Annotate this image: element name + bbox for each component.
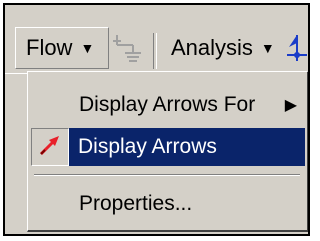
flow-menu-button[interactable]: Flow ▼: [15, 27, 109, 69]
menu-item-label: Display Arrows: [78, 135, 217, 158]
menu-item-label: Display Arrows For: [79, 93, 256, 116]
chevron-right-icon: ▶: [284, 97, 297, 114]
chevron-down-icon: ▼: [260, 40, 275, 56]
red-arrow-icon: [37, 132, 63, 163]
analysis-menu-button[interactable]: Analysis ▼: [163, 27, 275, 69]
menu-item-label: Properties...: [79, 192, 193, 215]
checked-indicator: [31, 128, 69, 166]
flow-menu-label: Flow: [26, 35, 73, 60]
screenshot-frame: Flow ▼ Analysis ▼ Display Arrows For ▶ D…: [3, 3, 310, 236]
menu-item-display-arrows-for[interactable]: Display Arrows For ▶: [31, 86, 305, 124]
toolbar-row: Flow ▼ Analysis ▼: [5, 27, 308, 69]
toolbar-separator: [153, 33, 157, 69]
flow-dropdown-menu: Display Arrows For ▶ Display Arrows Prop…: [27, 71, 308, 232]
toolbar: Flow ▼ Analysis ▼: [5, 5, 308, 73]
menu-item-properties[interactable]: Properties...: [31, 185, 305, 223]
flow-tool-icon[interactable]: [111, 31, 143, 68]
analysis-menu-label: Analysis: [171, 35, 253, 60]
left-strip: [5, 75, 27, 234]
navigation-icon[interactable]: [285, 33, 308, 70]
menu-item-display-arrows[interactable]: Display Arrows: [31, 128, 305, 166]
menu-separator: [34, 174, 300, 176]
chevron-down-icon: ▼: [80, 40, 95, 56]
